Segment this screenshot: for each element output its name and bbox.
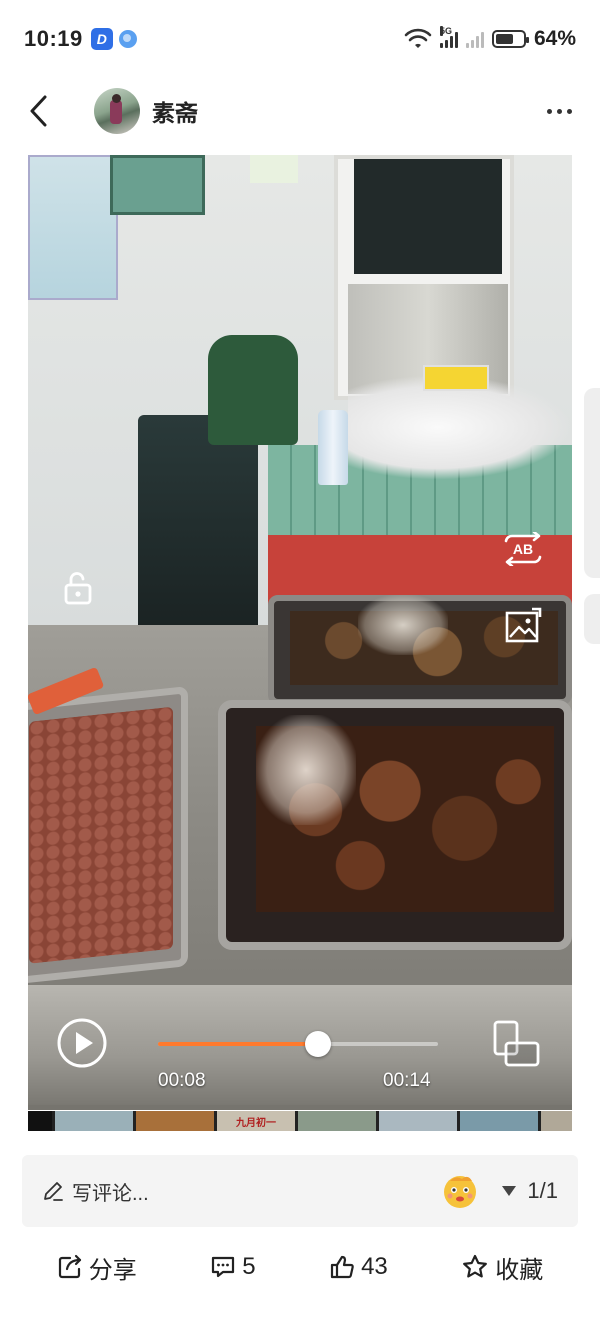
progress-knob[interactable]	[304, 1031, 331, 1057]
image-icon	[505, 607, 542, 643]
favorite-label: 收藏	[495, 1256, 544, 1284]
video-frame	[28, 155, 572, 1110]
thumbnail-strip[interactable]: 九月初一	[28, 1111, 572, 1131]
thumbnail[interactable]	[55, 1111, 133, 1131]
app-notification-icon-2	[118, 30, 137, 48]
ab-loop-icon: AB	[504, 532, 542, 566]
video-player[interactable]: AB 00:08 00:14	[28, 155, 572, 1110]
caret-down-icon	[502, 1186, 517, 1196]
favorite-button[interactable]: 收藏	[461, 1250, 543, 1285]
play-button[interactable]	[56, 1017, 108, 1069]
side-drawer-tab[interactable]	[584, 388, 600, 578]
app-notification-icon: D	[90, 28, 113, 50]
thumbnail[interactable]	[136, 1111, 214, 1131]
progress-fill	[158, 1042, 318, 1046]
signal-5g-label: 5G	[439, 26, 452, 36]
action-bar: 分享 5 43 收藏	[0, 1240, 600, 1294]
comment-placeholder: 写评论...	[72, 1182, 149, 1205]
rotate-screen-icon	[493, 1020, 540, 1067]
emoji-button[interactable]	[441, 1172, 479, 1210]
thumbnail[interactable]	[298, 1111, 376, 1131]
unlock-icon	[64, 572, 92, 605]
thumbnail-spacer	[28, 1111, 52, 1131]
like-count: 43	[361, 1253, 388, 1280]
screenshot-button[interactable]	[502, 605, 544, 647]
smiley-emoji-icon	[444, 1176, 477, 1208]
username[interactable]: 素斋	[152, 94, 198, 128]
current-time: 00:08	[158, 1070, 206, 1091]
battery-fill	[495, 34, 513, 44]
battery-percent: 64%	[533, 27, 576, 50]
more-horizontal-icon	[547, 108, 552, 114]
back-button[interactable]	[24, 91, 54, 131]
comment-input[interactable]: 写评论...	[42, 1177, 149, 1206]
comment-icon	[212, 1256, 235, 1278]
share-icon	[58, 1254, 81, 1279]
thumbs-up-icon	[330, 1255, 354, 1279]
ab-loop-label: AB	[513, 541, 533, 557]
signal-5g-icon: 5G	[439, 26, 458, 48]
thumbnail[interactable]	[541, 1111, 572, 1131]
screen-lock-button[interactable]	[56, 567, 98, 609]
like-button[interactable]: 43	[329, 1253, 388, 1281]
comment-bar: 写评论... 1/1	[22, 1155, 578, 1227]
ab-loop-button[interactable]: AB	[500, 531, 546, 567]
share-button[interactable]: 分享	[57, 1250, 137, 1285]
play-icon	[57, 1018, 107, 1068]
side-drawer-tab-2[interactable]	[584, 594, 600, 644]
thumbnail[interactable]	[379, 1111, 457, 1131]
pencil-icon	[44, 1182, 63, 1201]
signal-no-service-icon	[465, 30, 484, 48]
chevron-left-icon	[30, 95, 47, 127]
status-bar: 10:19 D 5G 64%	[0, 0, 600, 78]
star-icon	[463, 1254, 488, 1278]
battery-icon	[491, 30, 529, 48]
thumbnail[interactable]: 九月初一	[217, 1111, 295, 1131]
total-time: 00:14	[383, 1070, 431, 1091]
comment-button[interactable]: 5	[210, 1253, 256, 1281]
thumbnail[interactable]	[460, 1111, 538, 1131]
wifi-icon	[404, 28, 432, 48]
status-time: 10:19	[24, 26, 83, 51]
page-indicator-text: 1/1	[527, 1178, 558, 1203]
share-label: 分享	[88, 1256, 137, 1284]
avatar[interactable]	[94, 88, 140, 134]
more-button[interactable]	[543, 99, 576, 124]
page-selector[interactable]: 1/1	[501, 1178, 558, 1204]
top-nav: 素斋	[0, 80, 600, 142]
progress-bar[interactable]	[158, 1031, 438, 1057]
rotate-screen-button[interactable]	[490, 1017, 544, 1071]
comment-count: 5	[242, 1253, 256, 1280]
